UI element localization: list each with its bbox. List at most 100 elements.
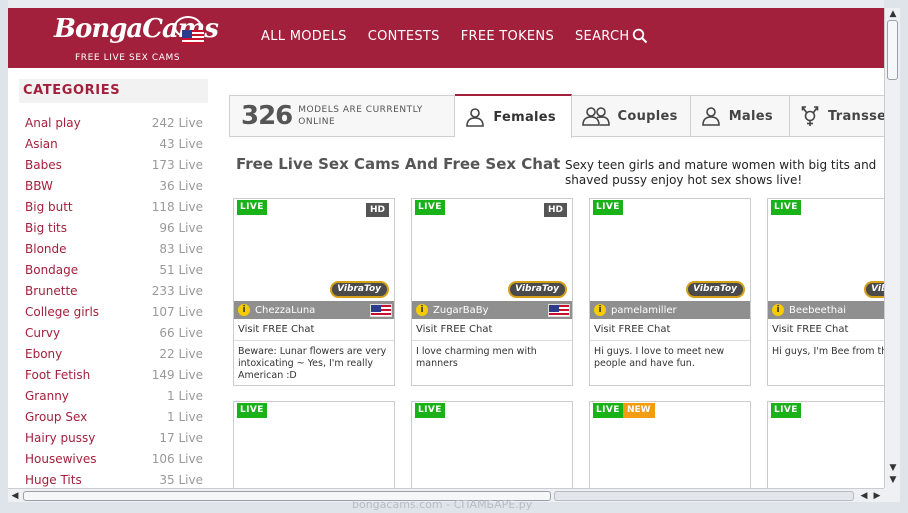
- category-name[interactable]: Big tits: [25, 221, 67, 235]
- horizontal-scroll-track: [554, 491, 854, 501]
- category-item[interactable]: Curvy 66 Live: [25, 324, 203, 345]
- scroll-left-icon[interactable]: ◀: [9, 490, 21, 502]
- vibratoy-badge: VibraToy: [864, 281, 884, 298]
- model-namebar: i ChezzaLuna: [234, 301, 394, 319]
- model-name[interactable]: ZugarBaBy: [433, 305, 489, 316]
- category-item[interactable]: Hairy pussy 17 Live: [25, 429, 203, 450]
- tab-couples[interactable]: Couples: [571, 95, 691, 137]
- vertical-scroll-thumb[interactable]: [887, 20, 898, 80]
- category-item[interactable]: Huge Tits 35 Live: [25, 471, 203, 488]
- category-count: 43 Live: [159, 137, 203, 151]
- category-count: 66 Live: [159, 326, 203, 340]
- category-name[interactable]: Babes: [25, 158, 62, 172]
- category-name[interactable]: Anal play: [25, 116, 81, 130]
- category-name[interactable]: Big butt: [25, 200, 73, 214]
- category-item[interactable]: Anal play 242 Live: [25, 114, 203, 135]
- hd-badge: HD: [543, 203, 567, 217]
- tab-females[interactable]: Females: [455, 94, 572, 138]
- category-name[interactable]: Huge Tits: [25, 473, 82, 487]
- scroll-right-icon[interactable]: ▶: [871, 490, 883, 502]
- model-thumbnail[interactable]: LIVE VibraToy: [590, 199, 750, 301]
- category-item[interactable]: BBW 36 Live: [25, 177, 203, 198]
- model-thumbnail[interactable]: LIVE NEW VibraToy: [590, 402, 750, 488]
- nav-free-tokens[interactable]: FREE TOKENS: [461, 29, 554, 44]
- category-count: 35 Live: [159, 473, 203, 487]
- category-item[interactable]: Ebony 22 Live: [25, 345, 203, 366]
- category-name[interactable]: Blonde: [25, 242, 67, 256]
- vertical-scrollbar[interactable]: ▲ ▼ ▼: [884, 8, 900, 488]
- model-card[interactable]: LIVE: [767, 401, 884, 488]
- model-name[interactable]: Beebeethai: [789, 305, 846, 316]
- category-name[interactable]: Group Sex: [25, 410, 87, 424]
- category-item[interactable]: Blonde 83 Live: [25, 240, 203, 261]
- category-item[interactable]: Bondage 51 Live: [25, 261, 203, 282]
- category-item[interactable]: Granny 1 Live: [25, 387, 203, 408]
- main-nav: ALL MODELS CONTESTS FREE TOKENS SEARCH: [261, 28, 669, 44]
- site-logo[interactable]: BongaCams FREE LIVE SEX CAMS: [52, 10, 219, 64]
- category-name[interactable]: Foot Fetish: [25, 368, 90, 382]
- category-item[interactable]: Babes 173 Live: [25, 156, 203, 177]
- category-name[interactable]: Asian: [25, 137, 58, 151]
- category-count: 1 Live: [167, 389, 203, 403]
- category-count: 1 Live: [167, 410, 203, 424]
- vibratoy-badge: VibraToy: [330, 281, 389, 298]
- category-item[interactable]: Brunette 233 Live: [25, 282, 203, 303]
- model-thumbnail[interactable]: LIVE: [768, 402, 884, 488]
- category-item[interactable]: Foot Fetish 149 Live: [25, 366, 203, 387]
- model-card[interactable]: LIVE NEW VibraToy: [589, 401, 751, 488]
- visit-free-chat-link[interactable]: Visit FREE Chat: [590, 319, 750, 341]
- nav-search[interactable]: SEARCH: [575, 28, 648, 44]
- model-card[interactable]: LIVE: [233, 401, 395, 488]
- scroll-down-icon[interactable]: ▼: [887, 474, 899, 486]
- scroll-up-icon[interactable]: ▲: [887, 8, 899, 20]
- visit-free-chat-link[interactable]: Visit FREE Chat: [234, 319, 394, 341]
- scroll-down-icon[interactable]: ▼: [887, 462, 899, 474]
- model-card[interactable]: LIVE VibraToy i pamelamiller Visit FREE …: [589, 198, 751, 386]
- model-thumbnail[interactable]: LIVE: [412, 402, 572, 488]
- model-thumbnail[interactable]: LIVE HD VibraToy: [412, 199, 572, 301]
- category-name[interactable]: Housewives: [25, 452, 97, 466]
- live-badge: LIVE: [415, 200, 445, 215]
- category-item[interactable]: Big tits 96 Live: [25, 219, 203, 240]
- category-item[interactable]: Asian 43 Live: [25, 135, 203, 156]
- category-name[interactable]: Ebony: [25, 347, 62, 361]
- category-name[interactable]: Brunette: [25, 284, 78, 298]
- model-thumbnail[interactable]: LIVE HD VibraToy: [234, 199, 394, 301]
- model-description: Hi guys. I love to meet new people and h…: [594, 346, 725, 369]
- model-name[interactable]: ChezzaLuna: [255, 305, 315, 316]
- category-name[interactable]: College girls: [25, 305, 99, 319]
- nav-all-models[interactable]: ALL MODELS: [261, 29, 347, 44]
- model-card[interactable]: LIVE VibraToy i Beebeethai Visit FREE Ch…: [767, 198, 884, 386]
- category-count: 107 Live: [151, 305, 203, 319]
- online-count: 326: [241, 101, 293, 131]
- info-icon[interactable]: i: [594, 304, 606, 316]
- tab-females-label: Females: [493, 109, 556, 125]
- scroll-left-icon[interactable]: ◀: [858, 490, 870, 502]
- tab-males[interactable]: Males: [690, 95, 790, 137]
- model-description: I love charming men with manners: [416, 346, 537, 369]
- info-icon[interactable]: i: [416, 304, 428, 316]
- visit-free-chat-link[interactable]: Visit FREE Chat: [768, 319, 884, 341]
- nav-contests[interactable]: CONTESTS: [368, 29, 440, 44]
- model-card[interactable]: LIVE HD VibraToy i ZugarBaBy Visit FREE …: [411, 198, 573, 386]
- model-thumbnail[interactable]: LIVE: [234, 402, 394, 488]
- category-name[interactable]: Granny: [25, 389, 69, 403]
- category-item[interactable]: Housewives 106 Live: [25, 450, 203, 471]
- info-icon[interactable]: i: [238, 304, 250, 316]
- model-name[interactable]: pamelamiller: [611, 305, 677, 316]
- live-badge: LIVE: [237, 403, 267, 418]
- tab-transsexual[interactable]: Transsexual: [790, 95, 884, 137]
- category-name[interactable]: Bondage: [25, 263, 78, 277]
- info-icon[interactable]: i: [772, 304, 784, 316]
- category-name[interactable]: BBW: [25, 179, 53, 193]
- category-item[interactable]: Group Sex 1 Live: [25, 408, 203, 429]
- category-name[interactable]: Hairy pussy: [25, 431, 95, 445]
- model-card[interactable]: LIVE HD VibraToy i ChezzaLuna Visit FREE…: [233, 198, 395, 386]
- category-count: 118 Live: [151, 200, 203, 214]
- category-item[interactable]: College girls 107 Live: [25, 303, 203, 324]
- model-card[interactable]: LIVE: [411, 401, 573, 488]
- category-name[interactable]: Curvy: [25, 326, 60, 340]
- visit-free-chat-link[interactable]: Visit FREE Chat: [412, 319, 572, 341]
- category-item[interactable]: Big butt 118 Live: [25, 198, 203, 219]
- model-thumbnail[interactable]: LIVE VibraToy: [768, 199, 884, 301]
